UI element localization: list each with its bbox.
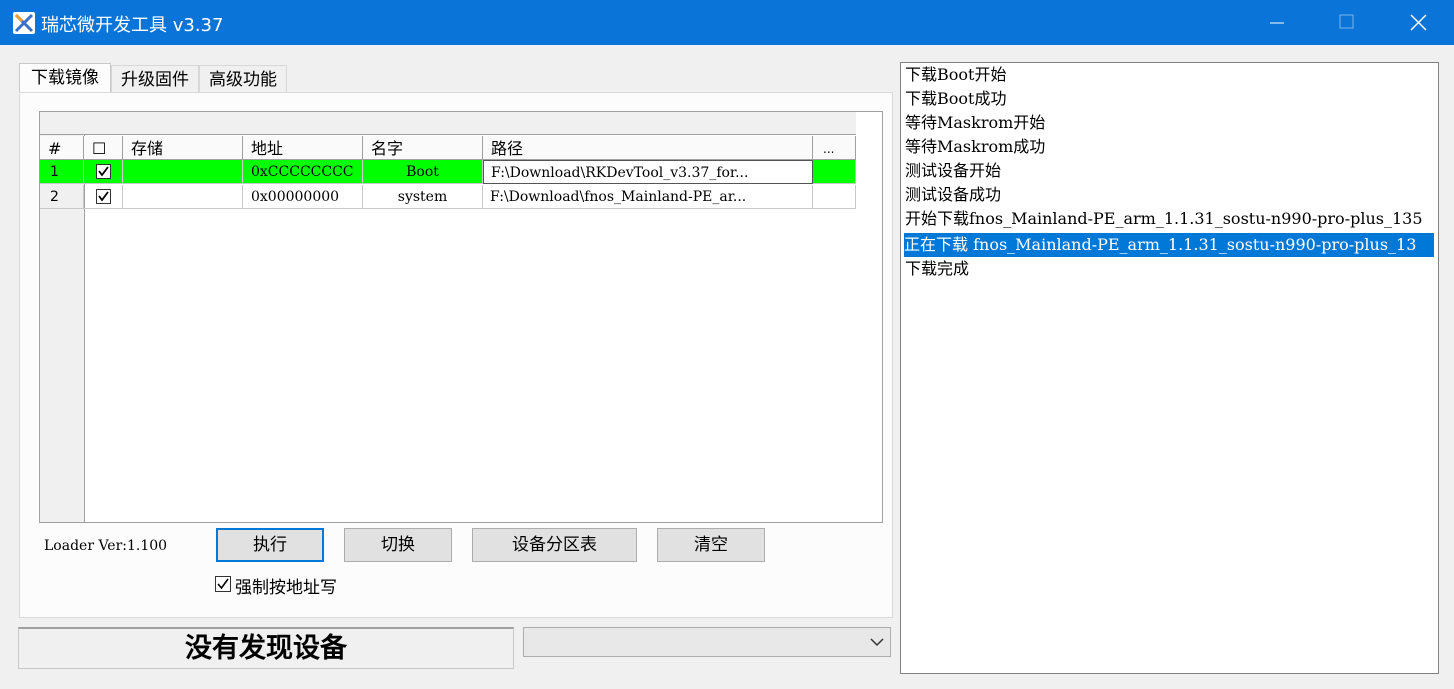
table-row-name[interactable]: Boot xyxy=(363,160,483,184)
force-write-checkbox[interactable] xyxy=(215,576,231,592)
close-button[interactable] xyxy=(1384,0,1454,45)
header-more[interactable]: ... xyxy=(813,136,856,160)
device-status: 没有发现设备 xyxy=(18,627,514,669)
table-row-storage xyxy=(123,160,243,184)
loader-version: Loader Ver:1.100 xyxy=(44,538,168,554)
row-checkbox[interactable] xyxy=(96,164,111,179)
app-logo-icon xyxy=(13,12,35,34)
title-bar: 瑞芯微开发工具 v3.37 xyxy=(0,0,1454,45)
run-button[interactable]: 执行 xyxy=(216,528,324,562)
header-address[interactable]: 地址 xyxy=(243,136,363,160)
header-check[interactable]: ☐ xyxy=(84,136,123,160)
table-row-path[interactable]: F:\Download\RKDevTool_v3.37_for... xyxy=(483,160,813,184)
log-item: 开始下载fnos_Mainland-PE_arm_1.1.31_sostu-n9… xyxy=(905,209,1423,228)
header-path[interactable]: 路径 xyxy=(483,136,813,160)
log-item: 测试设备开始 xyxy=(905,161,1002,180)
table-top-bar xyxy=(40,112,856,135)
table-row-address[interactable]: 0xCCCCCCCC xyxy=(243,160,363,184)
header-storage[interactable]: 存储 xyxy=(123,136,243,160)
log-item: 等待Maskrom开始 xyxy=(905,113,1046,132)
tab-advanced[interactable]: 高级功能 xyxy=(199,65,287,94)
table-row-path[interactable]: F:\Download\fnos_Mainland-PE_ar... xyxy=(483,185,813,209)
chevron-down-icon xyxy=(870,638,884,647)
table-row-more[interactable] xyxy=(813,185,856,209)
tab-download-image[interactable]: 下载镜像 xyxy=(19,63,111,94)
header-name[interactable]: 名字 xyxy=(363,136,483,160)
table-row-check-cell xyxy=(84,160,123,184)
table-row-storage xyxy=(123,185,243,209)
switch-button[interactable]: 切换 xyxy=(344,528,452,562)
maximize-button[interactable] xyxy=(1313,0,1383,45)
table-row-num: 1 xyxy=(40,160,84,184)
table-row-more[interactable] xyxy=(813,160,856,184)
clear-button[interactable]: 清空 xyxy=(657,528,765,562)
row-checkbox[interactable] xyxy=(96,189,111,204)
device-select[interactable] xyxy=(523,627,891,657)
log-item: 下载完成 xyxy=(905,259,970,278)
window-title: 瑞芯微开发工具 v3.37 xyxy=(41,15,224,36)
log-list[interactable]: 下载Boot开始 下载Boot成功 等待Maskrom开始 等待Maskrom成… xyxy=(900,62,1439,674)
tab-upgrade-firmware[interactable]: 升级固件 xyxy=(111,65,199,94)
log-item: 测试设备成功 xyxy=(905,185,1002,204)
table-row-name[interactable]: system xyxy=(363,185,483,209)
table-row-num: 2 xyxy=(40,185,84,209)
table-row-check-cell xyxy=(84,185,123,209)
table-row-address[interactable]: 0x00000000 xyxy=(243,185,363,209)
log-item-selected[interactable]: 正在下载 fnos_Mainland-PE_arm_1.1.31_sostu-n… xyxy=(904,233,1434,257)
log-item: 等待Maskrom成功 xyxy=(905,137,1046,156)
partition-table-button[interactable]: 设备分区表 xyxy=(472,528,637,562)
force-write-label[interactable]: 强制按地址写 xyxy=(235,573,337,598)
image-table[interactable]: # ☐ 存储 地址 名字 路径 ... 1 0xCCCCCCCC Boot F:… xyxy=(39,111,883,523)
log-item: 下载Boot成功 xyxy=(905,89,1007,108)
minimize-button[interactable] xyxy=(1243,0,1313,45)
header-num[interactable]: # xyxy=(40,136,84,160)
log-item: 下载Boot开始 xyxy=(905,65,1007,84)
